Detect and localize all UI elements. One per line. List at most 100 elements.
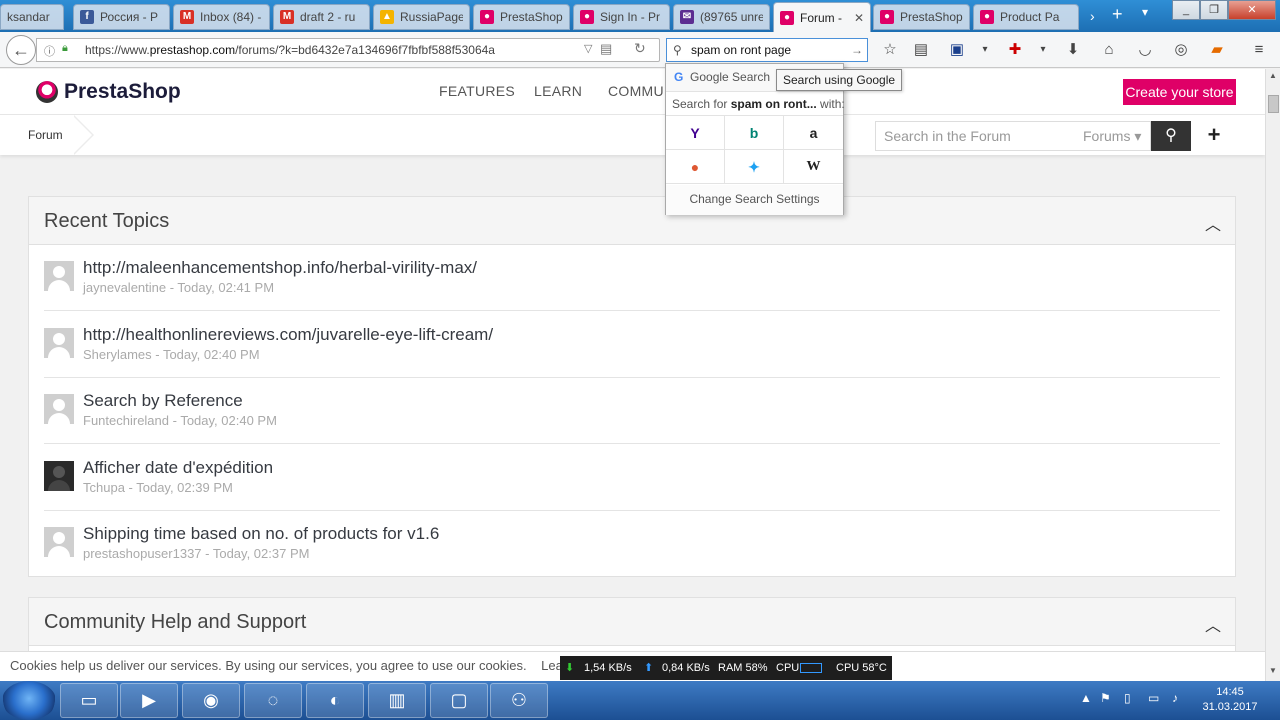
tray-monitor-icon[interactable]: ▭ xyxy=(1148,691,1159,705)
media-taskbar-button[interactable]: ▶ xyxy=(120,683,178,718)
avatar[interactable] xyxy=(44,461,74,491)
twitter-icon[interactable]: ✦ xyxy=(725,150,784,184)
tray-expand-icon[interactable]: ▲ xyxy=(1080,691,1092,705)
bookmark-star-icon[interactable]: ☆ xyxy=(881,41,899,59)
topic-title-link[interactable]: Shipping time based on no. of products f… xyxy=(83,524,439,544)
search-tooltip: Search using Google xyxy=(776,69,903,91)
search-icon: ⚲ xyxy=(1165,127,1177,144)
page-scrollbar[interactable]: ▲ ▼ xyxy=(1265,69,1280,681)
scroll-down-icon[interactable]: ▼ xyxy=(1269,666,1277,675)
addon-cross-icon[interactable]: ✚ xyxy=(1006,41,1024,59)
app-taskbar-button-4[interactable]: ◌ xyxy=(244,683,302,718)
change-search-settings-button[interactable]: Change Search Settings xyxy=(666,185,843,215)
upload-speed: 0,84 KB/s xyxy=(662,662,710,674)
create-store-button[interactable]: Create your store xyxy=(1123,79,1236,105)
engine-grid: Y b a ● ✦ W xyxy=(666,116,843,184)
page-viewport: PrestaShop FEATURES LEARN COMMUN Create … xyxy=(0,69,1265,651)
back-button[interactable]: ← xyxy=(6,35,36,65)
new-topic-plus-icon[interactable]: + xyxy=(1203,121,1225,151)
tab-9[interactable]: ● PrestaShop xyxy=(873,4,970,30)
info-icon[interactable]: ⓘ xyxy=(44,43,55,59)
tab-7[interactable]: ✉ (89765 unre xyxy=(673,4,770,30)
pocket-icon[interactable]: ◡ xyxy=(1136,41,1154,59)
topic-title-link[interactable]: http://healthonlinereviews.com/juvarelle… xyxy=(83,325,493,345)
topic-title-link[interactable]: Afficher date d'expédition xyxy=(83,458,273,478)
minimize-icon[interactable]: _ xyxy=(1172,0,1200,20)
bing-icon[interactable]: b xyxy=(725,116,784,150)
tab-6[interactable]: ● Sign In - Pr xyxy=(573,4,670,30)
tray-volume-icon[interactable]: ♪ xyxy=(1172,691,1178,705)
nav-learn[interactable]: LEARN xyxy=(534,83,582,99)
forum-scope-select[interactable]: Forums ▾ xyxy=(1083,121,1151,151)
url-bar[interactable]: https://www.prestashop.com/forums/?k=bd6… xyxy=(36,38,660,62)
avatar[interactable] xyxy=(44,527,74,557)
reader-view-icon[interactable]: ▤ xyxy=(600,41,612,57)
forum-search-button[interactable]: ⚲ xyxy=(1151,121,1191,151)
system-meter: ⬇ 1,54 KB/s ⬆ 0,84 KB/s RAM 58% CPU CPU … xyxy=(560,656,892,680)
chevron-up-icon[interactable]: ︿ xyxy=(1205,211,1221,235)
tab-8-active[interactable]: ● Forum - ✕ xyxy=(773,2,871,32)
scroll-up-icon[interactable]: ▲ xyxy=(1269,71,1277,80)
avatar[interactable] xyxy=(44,394,74,424)
extension-icon[interactable]: ▰ xyxy=(1208,41,1226,59)
go-arrow-icon[interactable]: → xyxy=(851,39,863,61)
save-dropdown-icon[interactable]: ▾ xyxy=(976,41,994,59)
breadcrumb-forum[interactable]: Forum xyxy=(28,128,63,142)
yahoo-icon[interactable]: Y xyxy=(666,116,725,150)
close-tab-icon[interactable]: ✕ xyxy=(854,11,864,25)
topic-title-link[interactable]: http://maleenhancementshop.info/herbal-v… xyxy=(83,258,477,278)
tab-1[interactable]: f Россия - P xyxy=(73,4,170,30)
tab-10[interactable]: ● Product Pa xyxy=(973,4,1079,30)
app-taskbar-button-7[interactable]: ▢ xyxy=(430,683,488,718)
scroll-thumb[interactable] xyxy=(1268,95,1279,113)
topic-title-link[interactable]: Search by Reference xyxy=(83,391,243,411)
reload-icon[interactable]: ↻ xyxy=(634,40,646,57)
tab-2[interactable]: M Inbox (84) - xyxy=(173,4,270,30)
app-taskbar-button-8[interactable]: ⚇ xyxy=(490,683,548,718)
restore-icon[interactable]: ❐ xyxy=(1200,0,1228,20)
search-box[interactable]: ⚲ spam on ront page → xyxy=(666,38,868,62)
recent-topics-header[interactable]: Recent Topics ︿ xyxy=(29,197,1235,245)
url-prefix: https://www. xyxy=(85,43,150,57)
menu-icon[interactable]: ≡ xyxy=(1250,41,1268,59)
recent-topics-panel: Recent Topics ︿ http://maleenhancementsh… xyxy=(28,196,1236,577)
tab-label: draft 2 - ru xyxy=(300,10,356,24)
avatar[interactable] xyxy=(44,328,74,358)
os-taskbar: ▭ ▶ ◉ ◌ ◐ ▥ ▢ ⚇ ▲ ⚑ ▯ ▭ ♪ 14:45 31.03.201… xyxy=(0,681,1280,720)
start-button[interactable] xyxy=(2,681,56,720)
save-icon[interactable]: ▣ xyxy=(948,41,966,59)
tab-label: PrestaShop xyxy=(900,10,963,24)
tab-list-icon[interactable]: ▾ xyxy=(1142,5,1148,19)
chevron-up-icon[interactable]: ︿ xyxy=(1205,612,1221,636)
duckduckgo-icon[interactable]: ● xyxy=(666,150,725,184)
tab-3[interactable]: Mdraft 2 - ru xyxy=(273,4,370,30)
history-dropdown-icon[interactable]: ▽ xyxy=(584,42,592,55)
google-icon: G xyxy=(674,70,684,84)
new-tab-icon[interactable]: + xyxy=(1112,4,1123,25)
firefox-taskbar-button[interactable]: ◉ xyxy=(182,683,240,718)
community-header[interactable]: Community Help and Support ︿ xyxy=(29,598,1235,646)
tab-5[interactable]: ● PrestaShop xyxy=(473,4,570,30)
sync-icon[interactable]: ◎ xyxy=(1172,41,1190,59)
tab-0[interactable]: ksandar xyxy=(0,4,64,30)
close-window-icon[interactable]: ✕ xyxy=(1228,0,1276,20)
tab-4[interactable]: ▲ RussiaPage xyxy=(373,4,470,30)
explorer-taskbar-button[interactable]: ▭ xyxy=(60,683,118,718)
bookmarks-list-icon[interactable]: ▤ xyxy=(912,41,930,59)
tray-flag-icon[interactable]: ⚑ xyxy=(1100,691,1111,705)
wikipedia-icon[interactable]: W xyxy=(784,150,843,184)
app-taskbar-button-6[interactable]: ▥ xyxy=(368,683,426,718)
amazon-icon[interactable]: a xyxy=(784,116,843,150)
prestashop-icon: ● xyxy=(880,10,894,24)
download-icon[interactable]: ⬇ xyxy=(1064,41,1082,59)
addon-dropdown-icon[interactable]: ▾ xyxy=(1034,41,1052,59)
avatar[interactable] xyxy=(44,261,74,291)
home-icon[interactable]: ⌂ xyxy=(1100,41,1118,59)
tray-device-icon[interactable]: ▯ xyxy=(1124,691,1131,705)
nav-features[interactable]: FEATURES xyxy=(439,83,515,99)
recent-topics-title: Recent Topics xyxy=(44,210,170,232)
tab-scroll-right-icon[interactable]: › xyxy=(1090,8,1095,24)
app-taskbar-button-5[interactable]: ◐ xyxy=(306,683,364,718)
system-clock[interactable]: 14:45 31.03.2017 xyxy=(1195,685,1265,715)
site-logo[interactable]: PrestaShop xyxy=(36,80,181,104)
